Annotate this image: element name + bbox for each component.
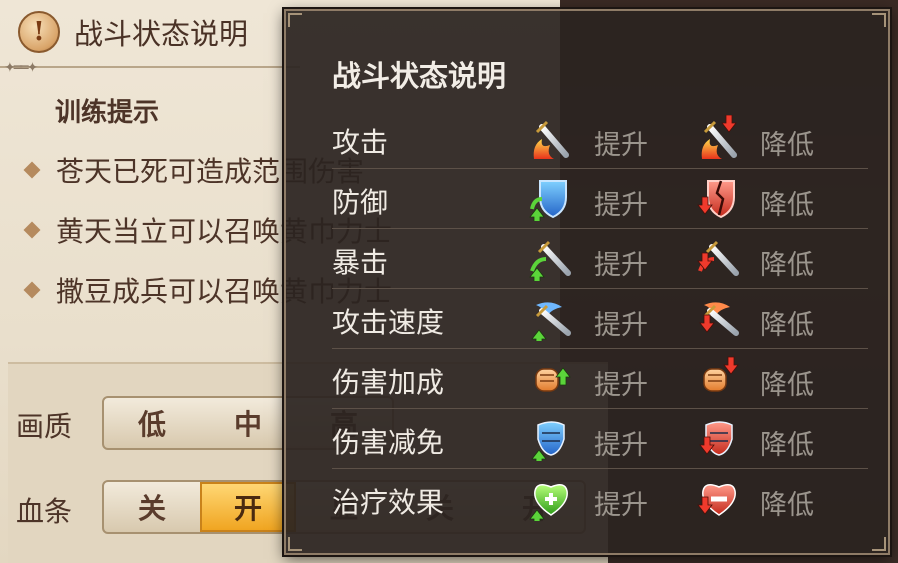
sword-fire-up-icon — [528, 115, 574, 161]
armor-up-icon — [528, 415, 574, 468]
status-up-label: 提升 — [594, 370, 648, 401]
diamond-bullet-icon — [23, 281, 41, 299]
fist-up-icon — [528, 355, 574, 401]
critical-sword-down-icon — [696, 235, 742, 281]
status-name: 暴击 — [332, 246, 389, 279]
status-row: 伤害减免 提升 降低 — [332, 411, 868, 469]
status-up-label: 提升 — [594, 310, 648, 341]
fist-down-icon — [696, 355, 742, 401]
status-row: 攻击 提升 降低 — [332, 111, 868, 169]
status-up-label: 提升 — [594, 130, 648, 161]
corner-ornament-icon — [288, 13, 302, 27]
background-header: ! 战斗状态说明 — [0, 0, 300, 64]
status-down-label: 降低 — [760, 490, 814, 521]
popup-title: 战斗状态说明 — [332, 59, 507, 93]
status-row: 暴击 提升 降低 — [332, 231, 868, 289]
row-divider — [332, 468, 868, 469]
status-name: 治疗效果 — [332, 486, 445, 519]
status-up-label: 提升 — [594, 490, 648, 521]
heart-minus-down-icon — [696, 475, 742, 521]
corner-ornament-icon — [288, 537, 302, 551]
tips-title: 训练提示 — [55, 98, 160, 128]
status-name: 伤害加成 — [332, 366, 445, 399]
corner-ornament-icon — [872, 537, 886, 551]
status-down-label: 降低 — [760, 370, 814, 401]
status-row: 伤害加成 提升 降低 — [332, 351, 868, 409]
status-down-label: 降低 — [760, 250, 814, 281]
status-down-label: 降低 — [760, 130, 814, 161]
row-divider — [332, 168, 868, 169]
status-name: 伤害减免 — [332, 426, 445, 459]
critical-sword-up-icon — [528, 235, 574, 286]
status-up-label: 提升 — [594, 430, 648, 461]
status-row: 治疗效果 提升 降低 — [332, 471, 868, 529]
healthbar-option-off[interactable]: 关 — [104, 482, 200, 532]
armor-down-icon — [696, 415, 742, 461]
wing-sword-down-icon — [696, 295, 742, 341]
status-row: 攻击速度 提升 降低 — [332, 291, 868, 349]
wing-sword-up-icon — [528, 295, 574, 348]
quality-option-low[interactable]: 低 — [104, 398, 200, 448]
status-down-label: 降低 — [760, 310, 814, 341]
shield-up-icon — [528, 175, 574, 226]
status-name: 攻击速度 — [332, 306, 445, 339]
status-up-label: 提升 — [594, 250, 648, 281]
status-row: 防御 提升 降低 — [332, 171, 868, 229]
diamond-bullet-icon — [23, 221, 41, 239]
status-name: 攻击 — [332, 126, 389, 159]
status-legend-popup: 战斗状态说明 攻击 提升 降低 防御 提升 降低 暴击 提升 降低 攻击速度 提… — [284, 9, 890, 555]
status-down-label: 降低 — [760, 190, 814, 221]
healthbar-label: 血条 — [16, 495, 73, 528]
background-title: 战斗状态说明 — [74, 17, 249, 51]
row-divider — [332, 348, 868, 349]
corner-ornament-icon — [872, 13, 886, 27]
warning-icon[interactable]: ! — [18, 11, 60, 53]
status-down-label: 降低 — [760, 430, 814, 461]
status-name: 防御 — [332, 186, 389, 219]
quality-option-mid[interactable]: 中 — [200, 398, 296, 448]
sword-fire-down-icon — [696, 114, 742, 161]
heart-plus-up-icon — [528, 475, 574, 528]
quality-label: 画质 — [16, 410, 73, 443]
divider-ornament-icon: ✦══✦ — [4, 60, 38, 76]
diamond-bullet-icon — [23, 161, 41, 179]
row-divider — [332, 288, 868, 289]
status-up-label: 提升 — [594, 190, 648, 221]
row-divider — [332, 408, 868, 409]
shield-broken-down-icon — [696, 175, 742, 221]
row-divider — [332, 228, 868, 229]
healthbar-option-on[interactable]: 开 — [200, 482, 296, 532]
